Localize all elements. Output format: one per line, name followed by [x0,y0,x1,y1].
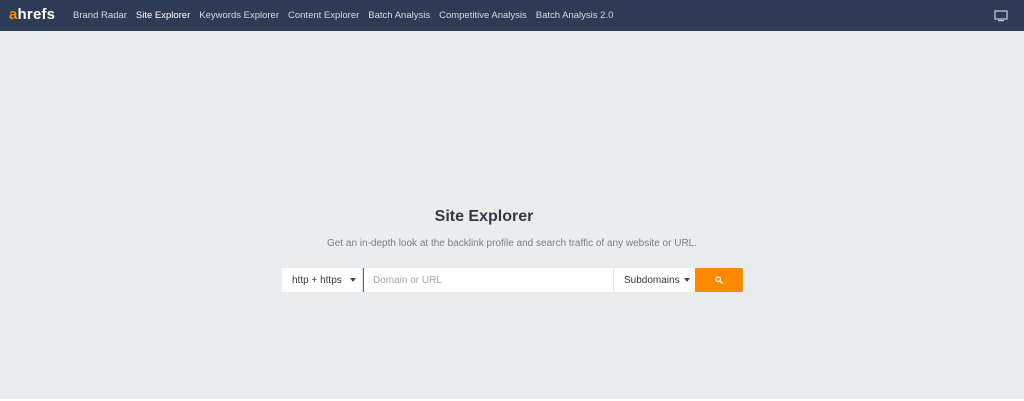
protocol-dropdown[interactable]: http + https [282,268,363,292]
top-nav-bar: ahrefs Brand Radar Site Explorer Keyword… [0,0,1024,31]
nav-batch-analysis[interactable]: Batch Analysis [368,0,430,31]
nav-competitive-analysis[interactable]: Competitive Analysis [439,0,527,31]
nav-batch-analysis-2[interactable]: Batch Analysis 2.0 [536,0,614,31]
scope-label: Subdomains [624,274,680,286]
page-subtitle: Get an in-depth look at the backlink pro… [326,238,697,249]
search-button[interactable] [695,268,743,292]
search-bar: http + https Subdomains [282,268,743,292]
monitor-icon[interactable] [994,10,1008,22]
nav-keywords-explorer[interactable]: Keywords Explorer [199,0,279,31]
main-nav: Brand Radar Site Explorer Keywords Explo… [73,0,622,31]
chevron-down-icon [349,278,356,282]
scope-dropdown[interactable]: Subdomains [613,268,695,292]
domain-input[interactable] [363,268,613,292]
protocol-label: http + https [292,274,342,286]
page-title: Site Explorer [434,208,534,225]
search-icon [715,276,723,284]
nav-content-explorer[interactable]: Content Explorer [288,0,359,31]
nav-site-explorer[interactable]: Site Explorer [136,0,190,31]
nav-brand-radar[interactable]: Brand Radar [73,0,127,31]
ahrefs-logo[interactable]: ahrefs [9,7,55,23]
chevron-down-icon [683,278,690,282]
